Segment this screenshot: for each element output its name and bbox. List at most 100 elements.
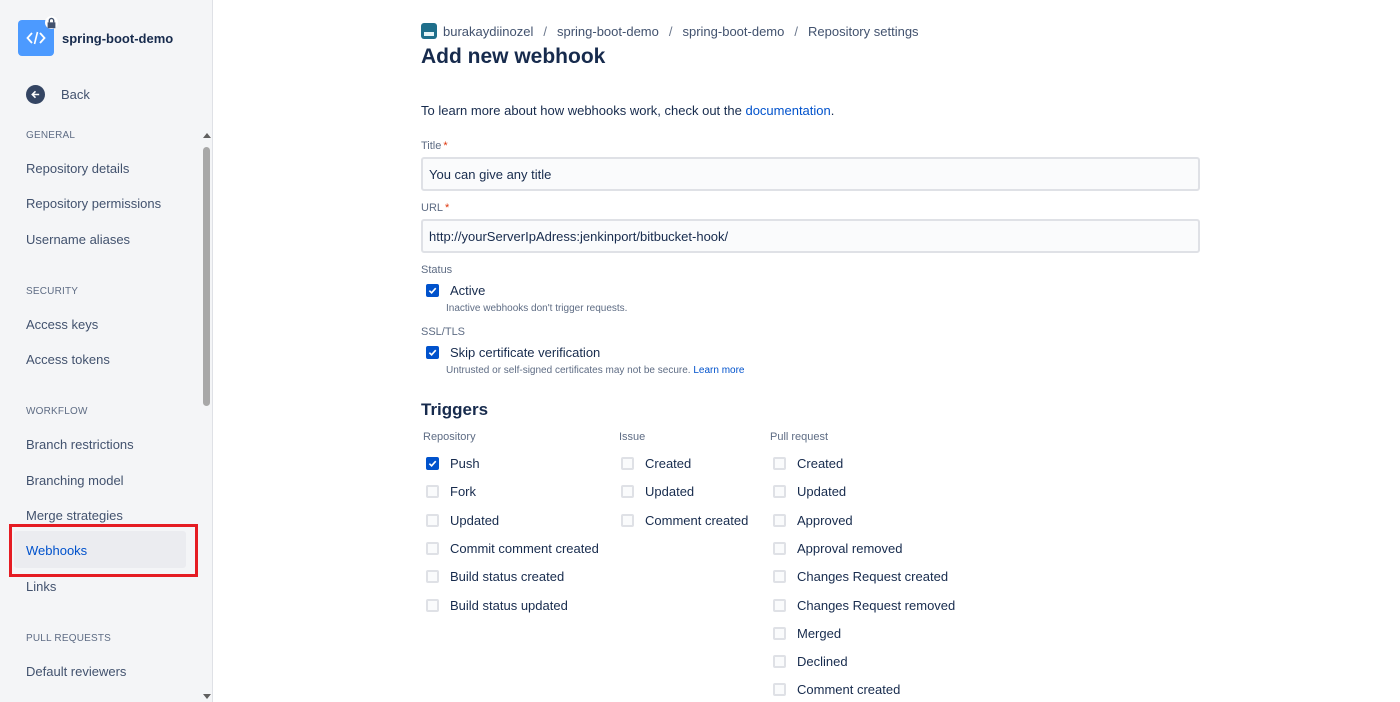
- checkmark-icon: [428, 460, 437, 468]
- url-label: URL *: [421, 202, 450, 214]
- settings-sidebar: spring-boot-demo Back GENERAL Repository…: [0, 0, 213, 702]
- checkmark-icon: [428, 349, 437, 357]
- breadcrumb-project[interactable]: spring-boot-demo: [557, 24, 659, 39]
- trigger-label: Updated: [797, 484, 847, 500]
- trigger-checkbox-row[interactable]: Push: [426, 456, 480, 471]
- trigger-label: Merged: [797, 625, 842, 641]
- sidebar-item-repository-permissions[interactable]: Repository permissions: [26, 196, 161, 211]
- trigger-checkbox[interactable]: [773, 683, 786, 697]
- trigger-label: Comment created: [645, 512, 749, 528]
- trigger-checkbox-row[interactable]: Merged: [773, 626, 841, 641]
- page-title: Add new webhook: [421, 45, 606, 68]
- trigger-checkbox-row[interactable]: Approved: [773, 513, 853, 528]
- sidebar-scrollbar-thumb[interactable]: [203, 147, 210, 406]
- sidebar-item-access-tokens[interactable]: Access tokens: [26, 352, 110, 367]
- trigger-label: Updated: [645, 484, 695, 500]
- trigger-checkbox[interactable]: [426, 513, 439, 527]
- trigger-label: Comment created: [797, 682, 901, 698]
- skip-cert-label: Skip certificate verification: [450, 345, 601, 360]
- trigger-checkbox[interactable]: [621, 485, 634, 499]
- trigger-checkbox-row[interactable]: Updated: [426, 513, 499, 528]
- breadcrumb: burakaydiinozel / spring-boot-demo / spr…: [421, 23, 919, 39]
- trigger-checkbox[interactable]: [773, 570, 786, 584]
- sidebar-item-links[interactable]: Links: [26, 579, 56, 594]
- breadcrumb-repository[interactable]: spring-boot-demo: [682, 24, 784, 39]
- title-input[interactable]: [421, 157, 1200, 191]
- trigger-checkbox[interactable]: [621, 457, 634, 470]
- intro-text: To learn more about how webhooks work, c…: [421, 103, 835, 118]
- skip-cert-help-text: Untrusted or self-signed certificates ma…: [446, 365, 745, 376]
- active-label: Active: [450, 283, 486, 298]
- status-label: Status: [421, 264, 453, 276]
- sidebar-item-username-aliases[interactable]: Username aliases: [26, 232, 130, 247]
- section-security: SECURITY: [26, 286, 79, 297]
- trigger-checkbox-row[interactable]: Changes Request created: [773, 569, 948, 584]
- trigger-checkbox[interactable]: [773, 457, 786, 470]
- repo-avatar: [18, 16, 58, 56]
- back-label: Back: [61, 87, 90, 102]
- trigger-label: Fork: [450, 484, 476, 500]
- trigger-checkbox[interactable]: [426, 485, 439, 499]
- learn-more-link[interactable]: Learn more: [693, 365, 744, 376]
- breadcrumb-workspace[interactable]: burakaydiinozel: [443, 24, 533, 39]
- section-general: GENERAL: [26, 130, 76, 141]
- issue-triggers-heading: Issue: [619, 431, 646, 443]
- trigger-checkbox-row[interactable]: Updated: [621, 484, 694, 499]
- triggers-title: Triggers: [421, 400, 489, 419]
- trigger-label: Approval removed: [797, 540, 903, 556]
- repo-header[interactable]: spring-boot-demo: [18, 16, 173, 56]
- scroll-down-arrow[interactable]: [203, 694, 211, 699]
- trigger-label: Commit comment created: [450, 540, 599, 556]
- trigger-checkbox[interactable]: [773, 513, 786, 527]
- section-workflow: WORKFLOW: [26, 406, 88, 417]
- trigger-checkbox[interactable]: [426, 457, 439, 470]
- sidebar-item-branch-restrictions[interactable]: Branch restrictions: [26, 437, 134, 452]
- skip-cert-checkbox-row[interactable]: Skip certificate verification: [426, 345, 600, 360]
- trigger-checkbox-row[interactable]: Created: [621, 456, 691, 471]
- url-input[interactable]: [421, 219, 1200, 253]
- trigger-label: Build status created: [450, 569, 565, 585]
- trigger-checkbox-row[interactable]: Comment created: [621, 513, 748, 528]
- trigger-checkbox-row[interactable]: Declined: [773, 654, 848, 669]
- trigger-label: Build status updated: [450, 597, 568, 613]
- annotation-highlight: [9, 524, 198, 577]
- ssl-label: SSL/TLS: [421, 326, 466, 338]
- active-checkbox-row[interactable]: Active: [426, 283, 485, 298]
- breadcrumb-settings[interactable]: Repository settings: [808, 24, 919, 39]
- trigger-checkbox[interactable]: [773, 598, 786, 612]
- trigger-label: Created: [797, 456, 844, 471]
- documentation-link[interactable]: documentation: [745, 103, 830, 118]
- skip-cert-checkbox[interactable]: [426, 346, 439, 359]
- trigger-checkbox-row[interactable]: Fork: [426, 484, 476, 499]
- sidebar-item-branching-model[interactable]: Branching model: [26, 473, 124, 488]
- sidebar-item-access-keys[interactable]: Access keys: [26, 317, 98, 332]
- trigger-label: Changes Request removed: [797, 597, 956, 613]
- trigger-checkbox-row[interactable]: Build status updated: [426, 598, 568, 613]
- back-button[interactable]: Back: [26, 85, 90, 104]
- trigger-checkbox-row[interactable]: Approval removed: [773, 541, 903, 556]
- trigger-checkbox[interactable]: [426, 570, 439, 584]
- trigger-checkbox[interactable]: [773, 626, 786, 640]
- code-icon: [26, 31, 46, 45]
- sidebar-item-default-reviewers[interactable]: Default reviewers: [26, 664, 126, 679]
- trigger-checkbox[interactable]: [773, 655, 786, 669]
- trigger-checkbox[interactable]: [773, 541, 786, 555]
- sidebar-item-merge-strategies[interactable]: Merge strategies: [26, 508, 123, 523]
- trigger-checkbox-row[interactable]: Changes Request removed: [773, 598, 955, 613]
- workspace-avatar: [421, 23, 437, 39]
- trigger-checkbox-row[interactable]: Commit comment created: [426, 541, 599, 556]
- trigger-label: Declined: [797, 654, 848, 670]
- trigger-checkbox-row[interactable]: Updated: [773, 484, 846, 499]
- repository-triggers-heading: Repository: [423, 431, 476, 443]
- trigger-checkbox[interactable]: [426, 541, 439, 555]
- lock-icon: [45, 16, 58, 29]
- active-checkbox[interactable]: [426, 284, 439, 297]
- trigger-checkbox-row[interactable]: Created: [773, 456, 843, 471]
- trigger-checkbox[interactable]: [426, 598, 439, 612]
- trigger-checkbox-row[interactable]: Comment created: [773, 682, 900, 697]
- sidebar-item-repository-details[interactable]: Repository details: [26, 161, 129, 176]
- trigger-checkbox[interactable]: [621, 513, 634, 527]
- scroll-up-arrow[interactable]: [203, 133, 211, 138]
- trigger-checkbox-row[interactable]: Build status created: [426, 569, 564, 584]
- trigger-checkbox[interactable]: [773, 485, 786, 499]
